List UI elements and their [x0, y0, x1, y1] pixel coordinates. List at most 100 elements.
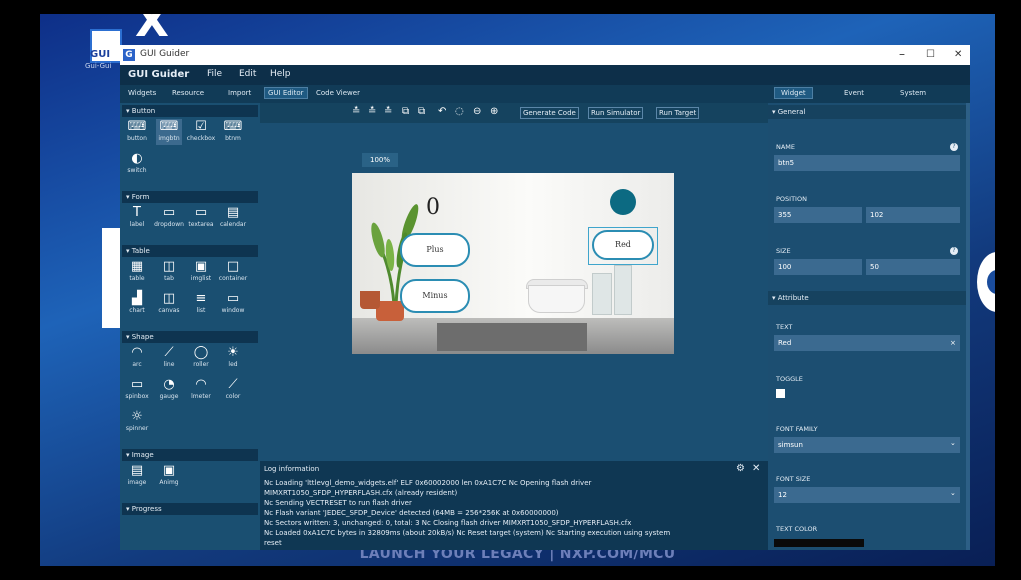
widget-label: btnm [225, 135, 241, 142]
desktop-app-icon[interactable]: GUI [90, 29, 122, 63]
widget-button[interactable]: ⌨ button [124, 119, 150, 145]
widget-tab[interactable]: ◫ tab [156, 259, 182, 285]
maximize-button[interactable]: ☐ [926, 49, 935, 60]
widget-dropdown[interactable]: ▭ dropdown [154, 205, 184, 231]
tab-event[interactable]: Event [844, 89, 864, 97]
red-button[interactable]: Red [592, 230, 654, 260]
zoom-out-icon[interactable]: ⊖ [473, 106, 481, 117]
widget-label: window [221, 307, 245, 314]
widget-spinbox[interactable]: ▭ spinbox [124, 377, 150, 403]
editor-tabs: GUI Editor Code Viewer [260, 85, 768, 103]
properties-scrollbar[interactable] [966, 103, 970, 550]
widget-image[interactable]: ▤ image [124, 463, 150, 489]
run-target-button[interactable]: Run Target [656, 107, 700, 119]
widget-btnm[interactable]: ⌨ btnm [220, 119, 246, 145]
zoom-in-icon[interactable]: ⊕ [490, 106, 498, 117]
screen-canvas[interactable]: 0 Plus Minus Red [352, 173, 674, 354]
log-settings-icon[interactable]: ⚙ [736, 463, 745, 474]
widget-imgbtn[interactable]: ⌨ imgbtn [156, 119, 182, 145]
undo-icon[interactable]: ↶ [438, 106, 446, 117]
section-button[interactable]: ▾ Button [122, 105, 258, 117]
small-plant-pot [360, 291, 380, 309]
menu-edit[interactable]: Edit [239, 69, 256, 79]
tab-import[interactable]: Import [228, 89, 251, 97]
widget-label: spinner [125, 425, 149, 432]
widget-spinner[interactable]: ☼ spinner [124, 409, 150, 435]
btnm-widget-icon: ⌨ [223, 119, 243, 134]
widget-roller[interactable]: ◯ roller [188, 345, 214, 371]
section-shape[interactable]: ▾ Shape [122, 331, 258, 343]
copy-icon[interactable]: ⧉ [402, 106, 409, 117]
led-widget-icon: ☀ [227, 345, 239, 360]
log-line: Nc Flash variant 'JEDEC_SFDP_Device' det… [264, 509, 559, 517]
section-attribute[interactable]: ▾ Attribute [768, 291, 966, 305]
position-x-field[interactable]: 355 [774, 207, 862, 223]
font-size-select[interactable]: 12 ⌄ [774, 487, 960, 503]
section-general[interactable]: ▾ General [768, 105, 966, 119]
font-family-value: simsun [778, 441, 803, 449]
position-y-field[interactable]: 102 [866, 207, 960, 223]
paste-icon[interactable]: ⧉ [418, 106, 425, 117]
tab-gui-editor[interactable]: GUI Editor [264, 87, 308, 99]
widget-chart[interactable]: ▟ chart [124, 291, 150, 317]
close-button[interactable]: ✕ [954, 49, 962, 60]
text-field-value: Red [778, 339, 792, 347]
list-widget-icon: ≡ [195, 291, 207, 306]
title-bar[interactable]: G GUI Guider – ☐ ✕ [120, 45, 970, 65]
widget-container[interactable]: □ container [219, 259, 247, 285]
clear-text-icon[interactable]: × [950, 335, 956, 351]
width-field[interactable]: 100 [774, 259, 862, 275]
text-field[interactable]: Red × [774, 335, 960, 351]
widget-canvas[interactable]: ◫ canvas [156, 291, 182, 317]
widget-label: Animg [159, 479, 179, 486]
widget-checkbox[interactable]: ☑ checkbox [187, 119, 215, 145]
widget-arc[interactable]: ◠ arc [124, 345, 150, 371]
minus-button[interactable]: Minus [400, 279, 470, 313]
tab-system[interactable]: System [900, 89, 926, 97]
tab-widget[interactable]: Widget [774, 87, 813, 99]
generate-code-button[interactable]: Generate Code [520, 107, 579, 119]
text-color-swatch[interactable] [774, 539, 864, 547]
widget-table[interactable]: ▦ table [124, 259, 150, 285]
menu-file[interactable]: File [207, 69, 222, 79]
section-progress[interactable]: ▾ Progress [122, 503, 258, 515]
tab-code-viewer[interactable]: Code Viewer [316, 89, 360, 97]
name-field[interactable]: btn5 [774, 155, 960, 171]
align-center-icon[interactable]: ≛ [368, 106, 376, 117]
widget-textarea[interactable]: ▭ textarea [188, 205, 214, 231]
toggle-checkbox[interactable] [776, 389, 785, 398]
align-left-icon[interactable]: ≛ [352, 106, 360, 117]
spinner-widget-icon: ☼ [131, 409, 143, 424]
section-image[interactable]: ▾ Image [122, 449, 258, 461]
run-simulator-button[interactable]: Run Simulator [588, 107, 644, 119]
widget-color[interactable]: ⟋ color [220, 377, 246, 403]
tab-widgets[interactable]: Widgets [128, 89, 156, 97]
font-family-select[interactable]: simsun ⌄ [774, 437, 960, 453]
log-close-icon[interactable]: ✕ [752, 463, 760, 474]
plus-button[interactable]: Plus [400, 233, 470, 267]
widget-switch[interactable]: ◐ switch [124, 151, 150, 177]
widget-calendar[interactable]: ▤ calendar [220, 205, 246, 231]
section-form[interactable]: ▾ Form [122, 191, 258, 203]
height-field[interactable]: 50 [866, 259, 960, 275]
widget-led[interactable]: ☀ led [220, 345, 246, 371]
widget-lmeter[interactable]: ◠ lmeter [188, 377, 214, 403]
menu-help[interactable]: Help [270, 69, 291, 79]
widget-label[interactable]: Tlabel [124, 205, 150, 231]
widget-animg[interactable]: ▣ Animg [156, 463, 182, 489]
widget-window[interactable]: ▭ window [220, 291, 246, 317]
widget-gauge[interactable]: ◔ gauge [156, 377, 182, 403]
section-table[interactable]: ▾ Table [122, 245, 258, 257]
size-help-icon[interactable]: ? [950, 247, 958, 255]
widget-imglist[interactable]: ▣ imglist [188, 259, 214, 285]
widget-label: switch [127, 167, 147, 174]
minimize-button[interactable]: – [899, 47, 905, 61]
window-widget-icon: ▭ [226, 291, 240, 306]
widget-line[interactable]: ⟋ line [156, 345, 182, 371]
tab-resource[interactable]: Resource [172, 89, 204, 97]
log-panel: Log information ⚙ ✕ Nc Loading 'lttlevgl… [260, 461, 768, 550]
widget-list[interactable]: ≡ list [188, 291, 214, 317]
redo-icon[interactable]: ◌ [455, 106, 464, 117]
align-right-icon[interactable]: ≛ [384, 106, 392, 117]
name-help-icon[interactable]: ? [950, 143, 958, 151]
